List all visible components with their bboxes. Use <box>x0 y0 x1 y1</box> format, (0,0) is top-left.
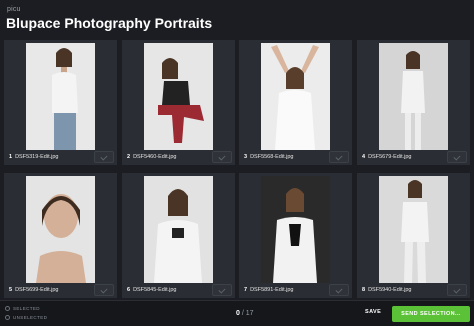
photo-thumbnail[interactable] <box>26 176 95 283</box>
photo-grid: 1 DSF5319-Edit.jpg 2 DSF5460-Edit.jpg 3 … <box>4 40 470 298</box>
photo-filename: DSF5460-Edit.jpg <box>133 154 177 160</box>
photo-number: 1 <box>9 154 13 160</box>
photo-filename: DSF5940-Edit.jpg <box>368 287 412 293</box>
photo-card[interactable]: 3 DSF5568-Edit.jpg <box>239 40 352 165</box>
photo-number: 6 <box>127 287 131 293</box>
filter-unselected-label: UNSELECTED <box>13 315 48 320</box>
select-photo-button[interactable] <box>212 284 232 296</box>
radio-icon[interactable] <box>5 315 10 320</box>
select-photo-button[interactable] <box>329 151 349 163</box>
photo-caption: 3 DSF5568-Edit.jpg <box>244 154 293 160</box>
photo-caption: 7 DSF5891-Edit.jpg <box>244 287 293 293</box>
photo-thumbnail[interactable] <box>261 176 330 283</box>
select-photo-button[interactable] <box>447 151 467 163</box>
select-photo-button[interactable] <box>329 284 349 296</box>
photo-card[interactable]: 8 DSF5940-Edit.jpg <box>357 173 470 298</box>
photo-card[interactable]: 2 DSF5460-Edit.jpg <box>122 40 235 165</box>
photo-caption: 1 DSF5319-Edit.jpg <box>9 154 58 160</box>
photo-number: 5 <box>9 287 13 293</box>
photo-number: 7 <box>244 287 248 293</box>
photo-thumbnail[interactable] <box>144 176 213 283</box>
photo-thumbnail[interactable] <box>379 43 448 150</box>
photo-filename: DSF5568-Edit.jpg <box>250 154 294 160</box>
photo-caption: 4 DSF5679-Edit.jpg <box>362 154 411 160</box>
photo-number: 4 <box>362 154 366 160</box>
select-photo-button[interactable] <box>94 284 114 296</box>
photo-card[interactable]: 7 DSF5891-Edit.jpg <box>239 173 352 298</box>
photo-filename: DSF5699-Edit.jpg <box>15 287 59 293</box>
selection-counter: 0 / 17 <box>236 310 254 317</box>
photo-thumbnail[interactable] <box>26 43 95 150</box>
footer-bar: SELECTED UNSELECTED 0 / 17 SAVE SEND SEL… <box>0 300 474 326</box>
photo-number: 3 <box>244 154 248 160</box>
photo-filename: DSF5319-Edit.jpg <box>15 154 59 160</box>
send-selection-button[interactable]: SEND SELECTION... <box>392 306 470 322</box>
photo-caption: 2 DSF5460-Edit.jpg <box>127 154 176 160</box>
photo-number: 8 <box>362 287 366 293</box>
filter-selected[interactable]: SELECTED <box>5 306 40 311</box>
photo-filename: DSF5891-Edit.jpg <box>250 287 294 293</box>
app-header: picu Blupace Photography Portraits <box>0 0 474 38</box>
filter-selected-label: SELECTED <box>13 306 40 311</box>
brand-logo: picu <box>7 6 21 13</box>
select-photo-button[interactable] <box>212 151 232 163</box>
collection-title: Blupace Photography Portraits <box>6 15 213 31</box>
total-count: / 17 <box>241 310 254 317</box>
photo-filename: DSF5845-Edit.jpg <box>133 287 177 293</box>
photo-caption: 8 DSF5940-Edit.jpg <box>362 287 411 293</box>
photo-card[interactable]: 6 DSF5845-Edit.jpg <box>122 173 235 298</box>
save-button[interactable]: SAVE <box>365 309 381 315</box>
photo-number: 2 <box>127 154 131 160</box>
photo-thumbnail[interactable] <box>144 43 213 150</box>
filter-unselected[interactable]: UNSELECTED <box>5 315 47 320</box>
photo-card[interactable]: 5 DSF5699-Edit.jpg <box>4 173 117 298</box>
photo-caption: 6 DSF5845-Edit.jpg <box>127 287 176 293</box>
select-photo-button[interactable] <box>447 284 467 296</box>
photo-filename: DSF5679-Edit.jpg <box>368 154 412 160</box>
select-photo-button[interactable] <box>94 151 114 163</box>
radio-icon[interactable] <box>5 306 10 311</box>
photo-card[interactable]: 1 DSF5319-Edit.jpg <box>4 40 117 165</box>
photo-caption: 5 DSF5699-Edit.jpg <box>9 287 58 293</box>
photo-thumbnail[interactable] <box>261 43 330 150</box>
photo-thumbnail[interactable] <box>379 176 448 283</box>
photo-card[interactable]: 4 DSF5679-Edit.jpg <box>357 40 470 165</box>
selected-count: 0 <box>236 310 240 317</box>
